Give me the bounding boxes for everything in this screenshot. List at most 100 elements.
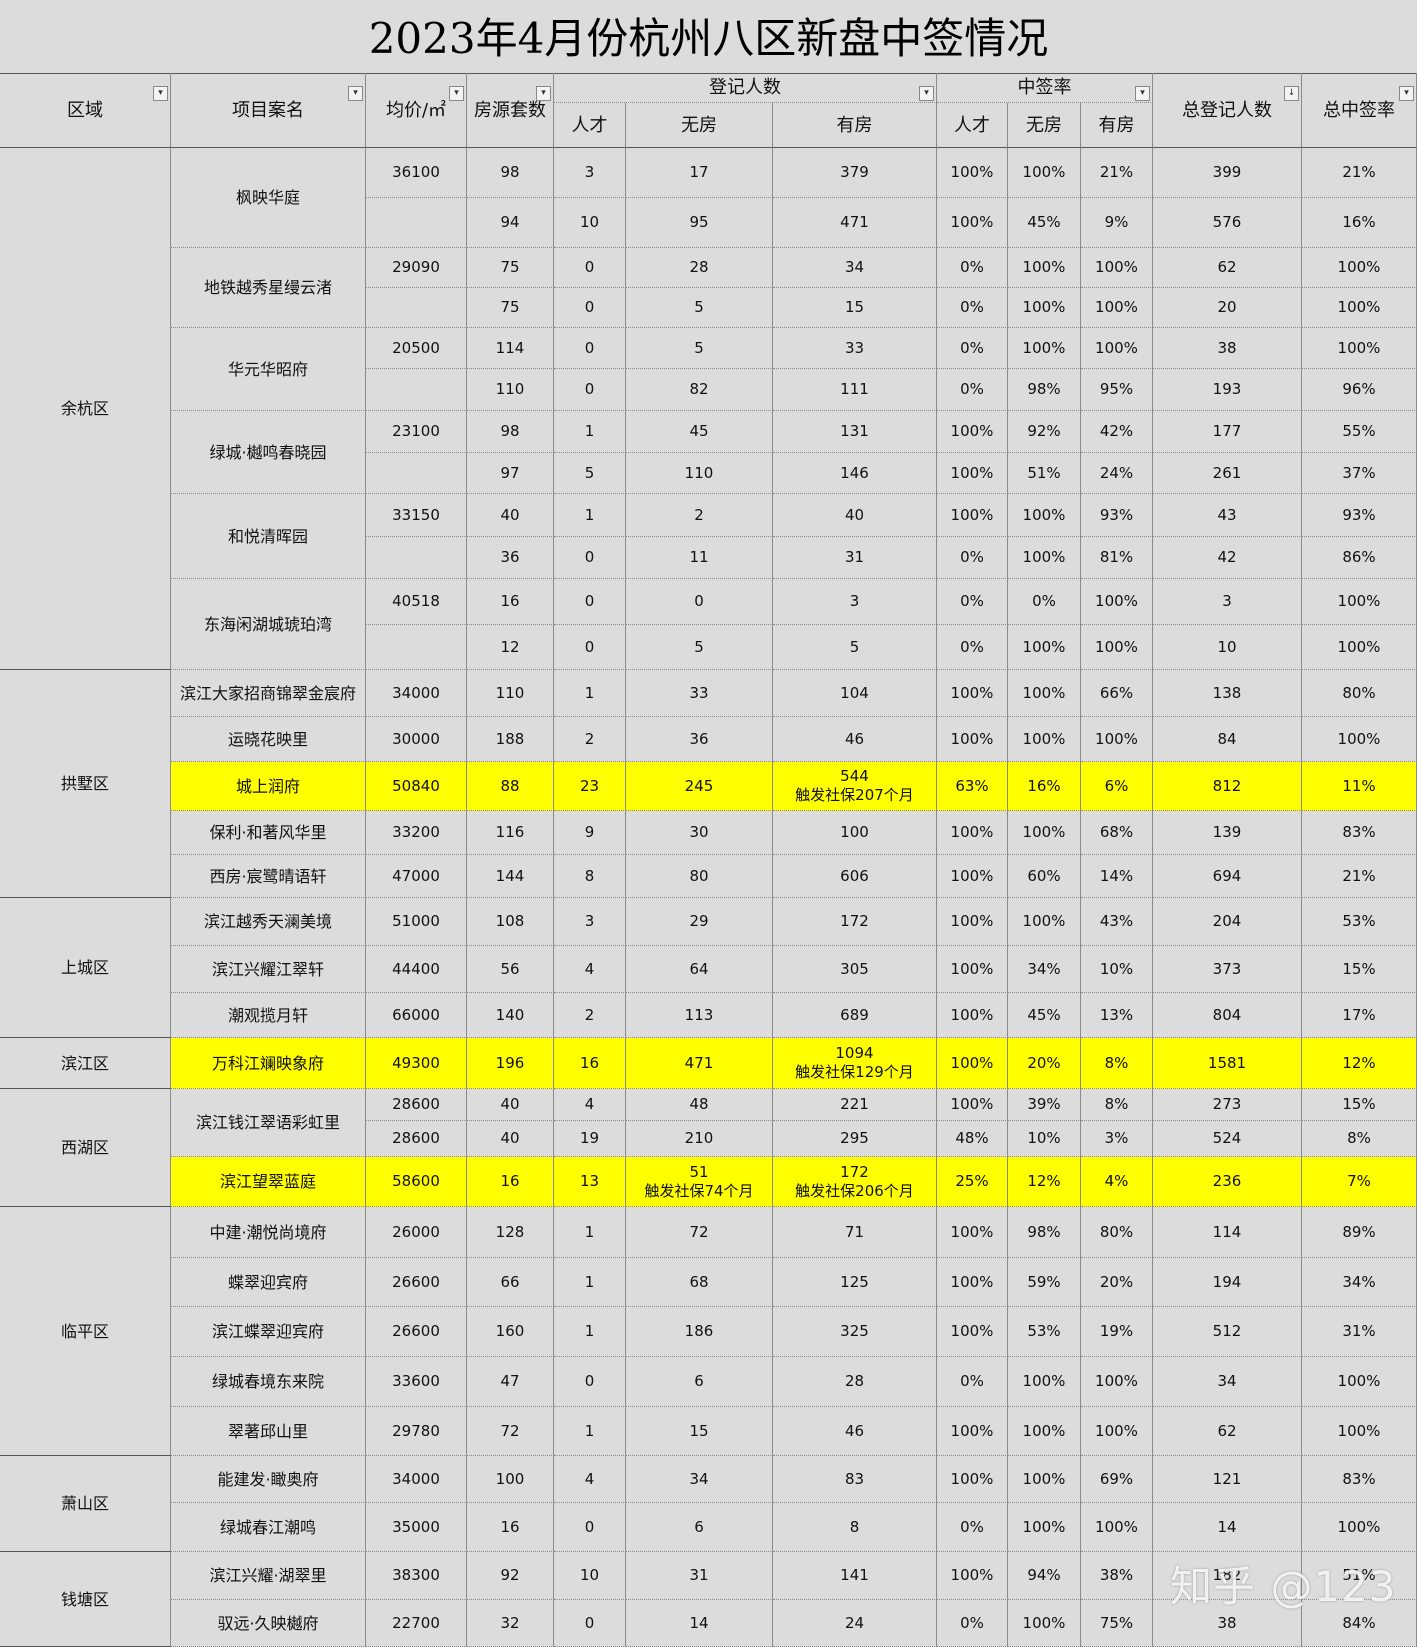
cell-price-empty: [366, 537, 467, 579]
cell-rate-hashouse: 8%: [1081, 1089, 1153, 1121]
cell-price: 29090: [366, 248, 467, 288]
cell-price: 33150: [366, 494, 467, 537]
cell-rate-nohouse: 100%: [1008, 670, 1081, 717]
cell-price-empty: [366, 288, 467, 328]
cell-total-reg: 43: [1153, 494, 1302, 537]
cell-reg-nohouse: 45: [626, 411, 773, 453]
column-filter-button[interactable]: ▾: [348, 86, 363, 101]
cell-reg-nohouse: 186: [626, 1307, 773, 1357]
cell-rate-nohouse: 100%: [1008, 328, 1081, 369]
project-name-cell: 华元华昭府: [171, 328, 366, 411]
cell-rate-nohouse: 94%: [1008, 1552, 1081, 1600]
project-name-cell: 滨江大家招商锦翠金宸府: [171, 670, 366, 717]
cell-reg-talent: 0: [554, 1503, 626, 1552]
cell-units: 114: [467, 328, 554, 369]
column-filter-button[interactable]: ▾: [449, 86, 464, 101]
cell-total-rate: 86%: [1302, 537, 1417, 579]
cell-price: 66000: [366, 993, 467, 1038]
cell-total-rate: 100%: [1302, 625, 1417, 670]
cell-price: 49300: [366, 1038, 467, 1089]
project-name-cell: 绿城春江潮鸣: [171, 1503, 366, 1552]
cell-rate-nohouse: 100%: [1008, 537, 1081, 579]
cell-rate-nohouse: 34%: [1008, 946, 1081, 993]
cell-reg-nohouse: 6: [626, 1357, 773, 1407]
cell-total-reg: 236: [1153, 1157, 1302, 1207]
header-reg-hashouse: 有房: [773, 103, 937, 148]
cell-total-rate: 15%: [1302, 946, 1417, 993]
cell-reg-nohouse: 5: [626, 328, 773, 369]
cell-units: 75: [467, 288, 554, 328]
cell-total-rate: 100%: [1302, 1407, 1417, 1456]
region-cell: 萧山区: [0, 1456, 171, 1552]
cell-reg-talent: 4: [554, 1089, 626, 1121]
cell-reg-talent: 0: [554, 369, 626, 411]
cell-units: 140: [467, 993, 554, 1038]
cell-total-reg: 399: [1153, 148, 1302, 198]
cell-rate-hashouse: 100%: [1081, 1503, 1153, 1552]
cell-reg-hashouse: 172: [773, 898, 937, 946]
cell-rate-talent: 100%: [937, 1038, 1008, 1089]
cell-rate-nohouse: 98%: [1008, 1207, 1081, 1258]
column-filter-button[interactable]: ▾: [1399, 86, 1414, 101]
cell-rate-talent: 100%: [937, 670, 1008, 717]
cell-reg-hashouse: 5: [773, 625, 937, 670]
project-name-cell: 滨江钱江翠语彩虹里: [171, 1089, 366, 1157]
cell-price-empty: [366, 625, 467, 670]
cell-rate-talent: 48%: [937, 1121, 1008, 1157]
region-cell: 临平区: [0, 1207, 171, 1456]
cell-rate-nohouse: 100%: [1008, 248, 1081, 288]
cell-total-reg: 193: [1153, 369, 1302, 411]
project-name-cell: 西房·宸鹭晴语轩: [171, 855, 366, 898]
cell-units: 47: [467, 1357, 554, 1407]
cell-rate-hashouse: 100%: [1081, 248, 1153, 288]
cell-reg-hashouse: 15: [773, 288, 937, 328]
column-filter-button[interactable]: ▾: [536, 86, 551, 101]
cell-rate-talent: 100%: [937, 411, 1008, 453]
cell-reg-hashouse: 295: [773, 1121, 937, 1157]
project-name-cell: 保利·和著风华里: [171, 811, 366, 855]
cell-rate-hashouse: 20%: [1081, 1258, 1153, 1307]
cell-rate-nohouse: 16%: [1008, 762, 1081, 811]
column-filter-button[interactable]: ▾: [1135, 86, 1150, 101]
cell-rate-talent: 0%: [937, 328, 1008, 369]
cell-rate-nohouse: 100%: [1008, 717, 1081, 762]
cell-reg-hashouse: 83: [773, 1456, 937, 1503]
cell-reg-talent: 0: [554, 288, 626, 328]
cell-total-reg: 273: [1153, 1089, 1302, 1121]
cell-units: 32: [467, 1600, 554, 1647]
cell-reg-talent: 2: [554, 717, 626, 762]
cell-total-reg: 138: [1153, 670, 1302, 717]
cell-rate-talent: 100%: [937, 946, 1008, 993]
cell-reg-hashouse: 1094 触发社保129个月: [773, 1038, 937, 1089]
column-filter-button[interactable]: ▾: [919, 86, 934, 101]
project-name-cell: 中建·潮悦尚境府: [171, 1207, 366, 1258]
cell-rate-hashouse: 93%: [1081, 494, 1153, 537]
cell-reg-hashouse: 31: [773, 537, 937, 579]
cell-rate-nohouse: 100%: [1008, 148, 1081, 198]
cell-price: 23100: [366, 411, 467, 453]
cell-rate-nohouse: 100%: [1008, 1407, 1081, 1456]
cell-total-rate: 21%: [1302, 855, 1417, 898]
cell-reg-nohouse: 6: [626, 1503, 773, 1552]
cell-total-reg: 42: [1153, 537, 1302, 579]
cell-rate-nohouse: 100%: [1008, 625, 1081, 670]
cell-reg-talent: 9: [554, 811, 626, 855]
cell-total-reg: 804: [1153, 993, 1302, 1038]
cell-reg-nohouse: 28: [626, 248, 773, 288]
cell-total-reg: 3: [1153, 579, 1302, 625]
header-rate-group: 中签率: [937, 73, 1153, 103]
project-name-cell: 城上润府: [171, 762, 366, 811]
cell-units: 16: [467, 1157, 554, 1207]
column-filter-button[interactable]: ▾: [153, 86, 168, 101]
cell-reg-hashouse: 71: [773, 1207, 937, 1258]
cell-total-reg: 1581: [1153, 1038, 1302, 1089]
cell-units: 92: [467, 1552, 554, 1600]
cell-rate-hashouse: 100%: [1081, 579, 1153, 625]
column-filter-button[interactable]: ↓: [1284, 86, 1299, 101]
cell-price-empty: [366, 198, 467, 248]
cell-price: 28600: [366, 1121, 467, 1157]
cell-total-rate: 11%: [1302, 762, 1417, 811]
cell-rate-talent: 100%: [937, 1307, 1008, 1357]
cell-reg-nohouse: 29: [626, 898, 773, 946]
cell-reg-talent: 5: [554, 453, 626, 494]
